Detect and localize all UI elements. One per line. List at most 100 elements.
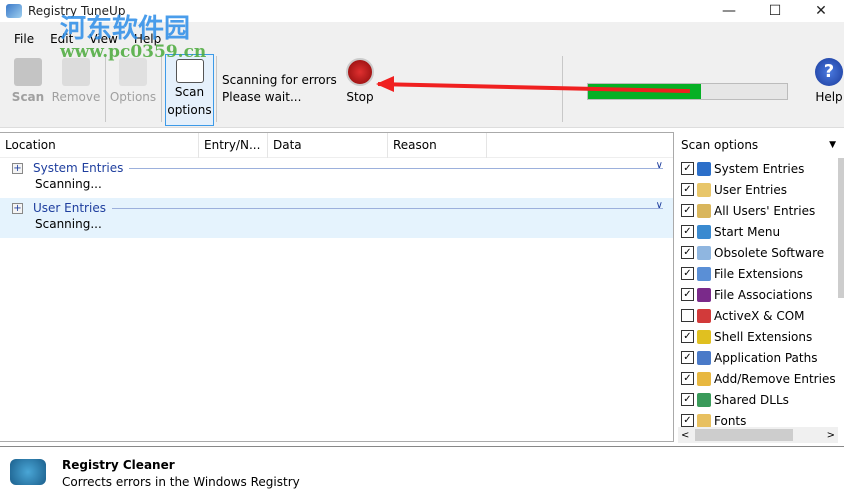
option-icon [697, 392, 711, 407]
watermark-url: www.pc0359.cn [60, 42, 207, 62]
option-label: Fonts [714, 413, 747, 428]
option-icon [697, 266, 711, 281]
scan-options-button[interactable]: Scan options [165, 54, 214, 126]
scan-options-label-1: Scan [174, 85, 205, 99]
stop-label: Stop [346, 90, 374, 104]
vertical-scrollbar[interactable] [838, 158, 844, 298]
scan-option-item[interactable]: ✓ Obsolete Software [678, 242, 844, 263]
stop-button[interactable]: Stop [342, 54, 378, 126]
expand-icon[interactable]: + [12, 202, 23, 214]
chevron-down-icon[interactable]: ∨ [656, 160, 663, 171]
option-icon [697, 287, 711, 302]
group-system-entries[interactable]: + System Entries ∨ Scanning... [0, 158, 673, 198]
option-icon [697, 329, 711, 344]
checkbox[interactable]: ✓ [681, 372, 694, 385]
checkbox[interactable]: ✓ [681, 183, 694, 196]
checkbox[interactable]: ✓ [681, 351, 694, 364]
checkbox[interactable]: ✓ [681, 246, 694, 259]
remove-icon [62, 58, 90, 86]
checkbox[interactable]: ✓ [681, 225, 694, 238]
checkbox[interactable] [681, 309, 694, 322]
checkbox[interactable]: ✓ [681, 393, 694, 406]
option-icon [697, 245, 711, 260]
remove-button[interactable]: Remove [50, 54, 102, 126]
group-status: Scanning... [35, 217, 102, 231]
column-entry[interactable]: Entry/N... [199, 132, 268, 158]
option-icon [697, 350, 711, 365]
checkbox[interactable]: ✓ [681, 414, 694, 427]
footer: Registry Cleaner Corrects errors in the … [0, 446, 844, 489]
status-line-1: Scanning for errors [222, 73, 337, 87]
scan-button[interactable]: Scan [10, 54, 46, 126]
watermark-logo: 河东软件园 [60, 14, 191, 44]
app-icon [6, 4, 22, 18]
scroll-left-icon[interactable]: < [681, 430, 689, 441]
option-label: All Users' Entries [714, 203, 816, 218]
option-label: File Associations [714, 287, 813, 302]
column-data[interactable]: Data [268, 132, 388, 158]
horizontal-scrollbar[interactable]: < > [678, 427, 838, 443]
chevron-down-icon[interactable]: ∨ [656, 200, 663, 211]
scan-options-label-2: options [167, 103, 212, 117]
checklist-icon [175, 59, 204, 83]
group-title: System Entries [33, 161, 124, 175]
scan-option-item[interactable]: ✓ Add/Remove Entries [678, 368, 844, 389]
option-label: User Entries [714, 182, 787, 197]
checkbox[interactable]: ✓ [681, 330, 694, 343]
column-headers: Location Entry/N... Data Reason [0, 132, 673, 158]
checkbox[interactable]: ✓ [681, 162, 694, 175]
dropdown-icon[interactable]: ▼ [829, 140, 836, 150]
status-line-2: Please wait... [222, 90, 302, 104]
option-icon [697, 161, 711, 176]
scan-option-item[interactable]: ✓ All Users' Entries [678, 200, 844, 221]
option-label: Add/Remove Entries [714, 371, 836, 386]
option-icon [697, 203, 711, 218]
remove-label: Remove [51, 90, 101, 104]
maximize-button[interactable]: ☐ [752, 0, 798, 22]
group-title: User Entries [33, 201, 106, 215]
scan-option-item[interactable]: ✓ File Extensions [678, 263, 844, 284]
option-icon [697, 413, 711, 428]
scan-label: Scan [11, 90, 45, 104]
minimize-button[interactable]: — [706, 0, 752, 22]
options-button[interactable]: Options [108, 54, 158, 126]
option-icon [697, 371, 711, 386]
results-list: Location Entry/N... Data Reason + System … [0, 132, 674, 442]
option-label: System Entries [714, 161, 805, 176]
checkbox[interactable]: ✓ [681, 267, 694, 280]
scan-options-panel: Scan options ▼ ✓ System Entries ✓ User Entri… [678, 132, 844, 444]
option-label: File Extensions [714, 266, 804, 281]
scan-option-item[interactable]: ✓ System Entries [678, 158, 844, 179]
close-button[interactable]: ✕ [798, 0, 844, 22]
scan-option-item[interactable]: ✓ Application Paths [678, 347, 844, 368]
option-icon [697, 182, 711, 197]
stop-hand-icon [346, 58, 374, 86]
scan-option-item[interactable]: ActiveX & COM [678, 305, 844, 326]
group-status: Scanning... [35, 177, 102, 191]
group-user-entries[interactable]: + User Entries ∨ Scanning... [0, 198, 673, 238]
expand-icon[interactable]: + [12, 162, 23, 174]
footer-title: Registry Cleaner [62, 458, 175, 472]
option-label: Application Paths [714, 350, 818, 365]
option-label: Start Menu [714, 224, 781, 239]
scan-option-item[interactable]: ✓ Start Menu [678, 221, 844, 242]
option-icon [697, 224, 711, 239]
footer-subtitle: Corrects errors in the Windows Registry [62, 475, 300, 489]
option-label: Obsolete Software [714, 245, 825, 260]
column-location[interactable]: Location [0, 132, 199, 158]
help-button[interactable]: ? Help [814, 54, 844, 126]
option-label: Shell Extensions [714, 329, 813, 344]
menu-file[interactable]: File [14, 32, 34, 46]
column-reason[interactable]: Reason [388, 132, 487, 158]
checkbox[interactable]: ✓ [681, 288, 694, 301]
registry-cleaner-icon [10, 459, 46, 485]
checkbox[interactable]: ✓ [681, 204, 694, 217]
scan-option-item[interactable]: ✓ User Entries [678, 179, 844, 200]
scan-option-item[interactable]: ✓ File Associations [678, 284, 844, 305]
scroll-right-icon[interactable]: > [827, 430, 835, 441]
scan-option-item[interactable]: ✓ Shell Extensions [678, 326, 844, 347]
scan-status: Scanning for errors Please wait... [222, 72, 337, 106]
options-label: Options [109, 90, 157, 104]
scan-option-item[interactable]: ✓ Shared DLLs [678, 389, 844, 410]
panel-title: Scan options [681, 138, 759, 152]
